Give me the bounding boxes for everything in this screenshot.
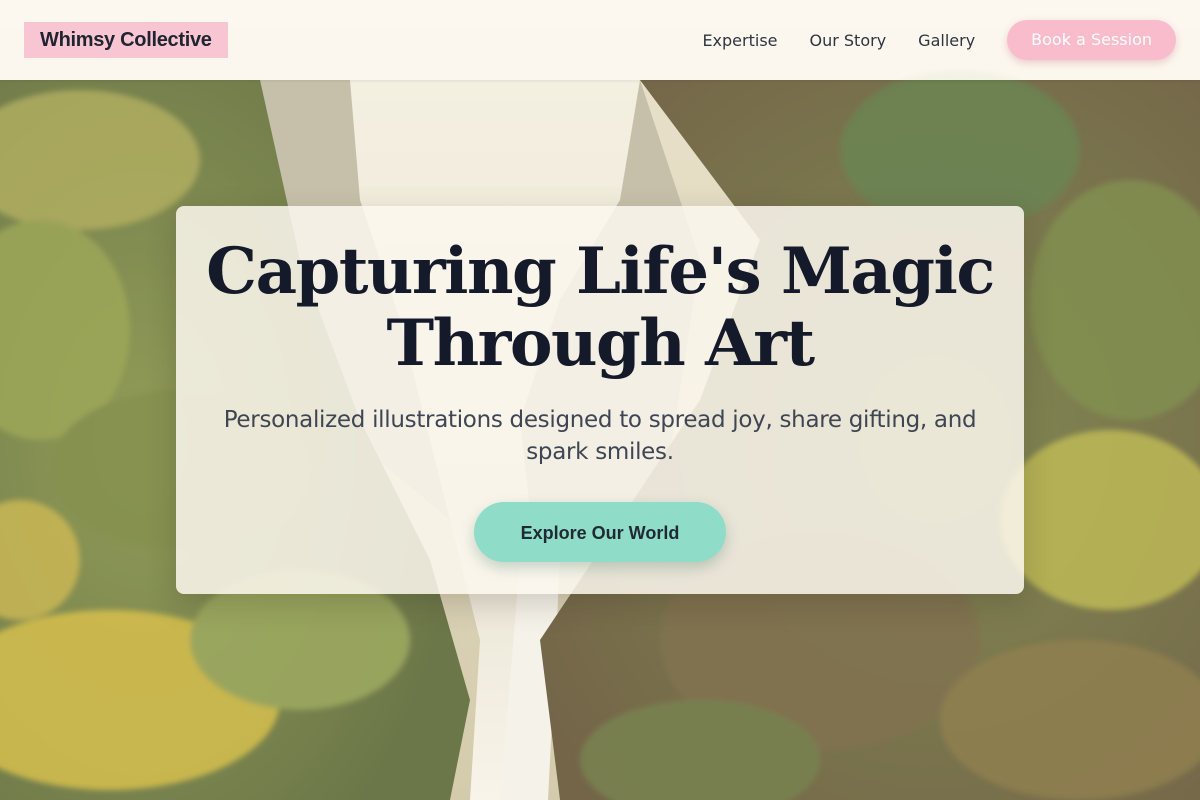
- nav-link-our-story[interactable]: Our Story: [810, 31, 887, 50]
- hero-subtitle: Personalized illustrations designed to s…: [223, 407, 977, 465]
- hero-title-line-1: Capturing Life's Magic: [206, 234, 995, 309]
- book-session-button[interactable]: Book a Session: [1007, 20, 1176, 60]
- hero-title-line-2: Through Art: [386, 306, 815, 381]
- site-header: Whimsy Collective Expertise Our Story Ga…: [0, 0, 1200, 80]
- main-nav: Expertise Our Story Gallery Book a Sessi…: [702, 20, 1176, 60]
- hero-title: Capturing Life's Magic Through Art: [176, 236, 1024, 380]
- explore-our-world-button[interactable]: Explore Our World: [474, 502, 726, 562]
- nav-link-gallery[interactable]: Gallery: [918, 31, 975, 50]
- brand-logo-link[interactable]: Whimsy Collective: [24, 22, 228, 58]
- hero-card: Capturing Life's Magic Through Art Perso…: [176, 206, 1024, 594]
- nav-link-expertise[interactable]: Expertise: [702, 31, 777, 50]
- page: Whimsy Collective Expertise Our Story Ga…: [0, 0, 1200, 800]
